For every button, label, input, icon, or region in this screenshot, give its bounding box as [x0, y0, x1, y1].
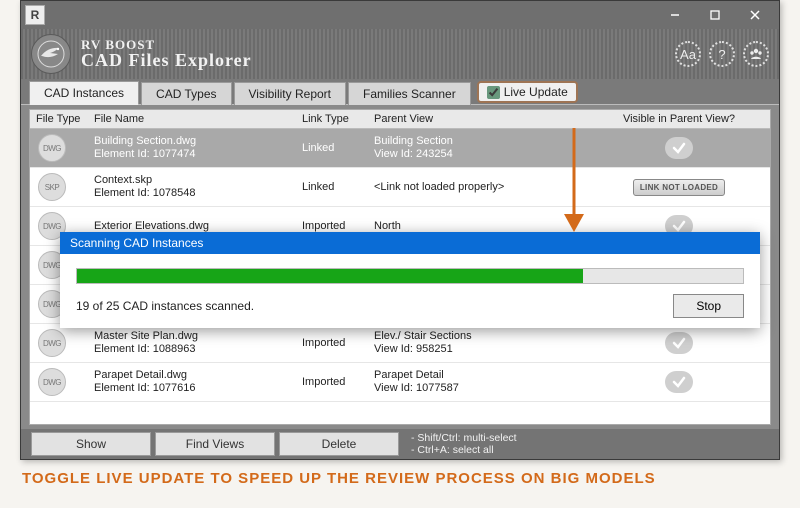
visible-check-icon [665, 371, 693, 393]
file-name: Exterior Elevations.dwg [94, 220, 290, 233]
bottom-bar: Show Find Views Delete - Shift/Ctrl: mul… [21, 429, 779, 459]
tab-visibility-report[interactable]: Visibility Report [234, 82, 346, 105]
maximize-button[interactable] [695, 1, 735, 29]
element-id: Element Id: 1088963 [94, 343, 290, 356]
col-file-type[interactable]: File Type [30, 110, 88, 128]
parent-view: Building Section [374, 135, 582, 148]
app-titles: RV BOOST CAD Files Explorer [81, 38, 252, 71]
file-name: Parapet Detail.dwg [94, 369, 290, 382]
app-title-line1: RV BOOST [81, 38, 252, 52]
find-views-button[interactable]: Find Views [155, 432, 275, 456]
link-type: Imported [296, 334, 368, 352]
tab-cad-instances[interactable]: CAD Instances [29, 81, 139, 105]
show-button[interactable]: Show [31, 432, 151, 456]
progress-bar [76, 268, 744, 284]
dwg-file-icon: DWG [38, 368, 66, 396]
close-button[interactable] [735, 1, 775, 29]
app-title-line2: CAD Files Explorer [81, 51, 252, 70]
tab-cad-types[interactable]: CAD Types [141, 82, 231, 105]
link-type: Linked [296, 139, 368, 157]
minimize-button[interactable] [655, 1, 695, 29]
hint-select-all: - Ctrl+A: select all [411, 444, 769, 456]
parent-view: North [374, 220, 582, 233]
live-update-checkbox[interactable] [487, 86, 500, 99]
dwg-file-icon: DWG [38, 134, 66, 162]
visible-check-icon [665, 332, 693, 354]
file-name: Master Site Plan.dwg [94, 330, 290, 343]
users-icon [748, 46, 764, 62]
stop-button[interactable]: Stop [673, 294, 744, 318]
skp-file-icon: SKP [38, 173, 66, 201]
eagle-icon [36, 39, 66, 69]
col-link-type[interactable]: Link Type [296, 110, 368, 128]
tab-families-scanner[interactable]: Families Scanner [348, 82, 471, 105]
element-id: Element Id: 1078548 [94, 187, 290, 200]
table-row[interactable]: DWG Parapet Detail.dwgElement Id: 1077616… [30, 363, 770, 402]
delete-button[interactable]: Delete [279, 432, 399, 456]
app-icon: R [25, 5, 45, 25]
link-not-loaded-badge: LINK NOT LOADED [633, 179, 725, 196]
help-button[interactable]: ? [709, 41, 735, 67]
live-update-label: Live Update [504, 85, 568, 99]
view-id: View Id: 1077587 [374, 382, 582, 395]
file-name: Context.skp [94, 174, 290, 187]
minimize-icon [669, 9, 681, 21]
element-id: Element Id: 1077474 [94, 148, 290, 161]
parent-view: Parapet Detail [374, 369, 582, 382]
progress-bar-fill [77, 269, 583, 283]
parent-view: Elev./ Stair Sections [374, 330, 582, 343]
scan-dialog: Scanning CAD Instances 19 of 25 CAD inst… [60, 232, 760, 328]
visible-check-icon [665, 137, 693, 159]
table-row[interactable]: DWG Building Section.dwgElement Id: 10774… [30, 129, 770, 168]
view-id: View Id: 243254 [374, 148, 582, 161]
header-band: RV BOOST CAD Files Explorer Aa ? [21, 29, 779, 79]
view-id: View Id: 958251 [374, 343, 582, 356]
tab-row: CAD Instances CAD Types Visibility Repor… [21, 79, 779, 105]
help-icon: ? [718, 47, 725, 62]
font-settings-button[interactable]: Aa [675, 41, 701, 67]
font-icon: Aa [680, 47, 696, 62]
col-visible[interactable]: Visible in Parent View? [588, 110, 770, 128]
users-button[interactable] [743, 41, 769, 67]
hint-multi-select: - Shift/Ctrl: multi-select [411, 432, 769, 444]
scan-status-text: 19 of 25 CAD instances scanned. [76, 299, 254, 313]
scan-dialog-title: Scanning CAD Instances [60, 232, 760, 254]
element-id: Element Id: 1077616 [94, 382, 290, 395]
dwg-file-icon: DWG [38, 329, 66, 357]
table-header: File Type File Name Link Type Parent Vie… [30, 110, 770, 129]
file-name: Building Section.dwg [94, 135, 290, 148]
link-type: Imported [296, 373, 368, 391]
status-hints: - Shift/Ctrl: multi-select - Ctrl+A: sel… [403, 429, 769, 459]
close-icon [749, 9, 761, 21]
app-window: R RV BOOST CAD Files Explorer Aa ? [20, 0, 780, 460]
table-row[interactable]: SKP Context.skpElement Id: 1078548 Linked <… [30, 168, 770, 207]
maximize-icon [709, 9, 721, 21]
annotation-caption: TOGGLE LIVE UPDATE TO SPEED UP THE REVIE… [22, 470, 656, 487]
live-update-toggle[interactable]: Live Update [477, 81, 578, 103]
col-file-name[interactable]: File Name [88, 110, 296, 128]
parent-view: <Link not loaded properly> [374, 181, 582, 194]
titlebar: R [21, 1, 779, 29]
table-row[interactable]: DWG Master Site Plan.dwgElement Id: 10889… [30, 324, 770, 363]
col-parent-view[interactable]: Parent View [368, 110, 588, 128]
app-logo [31, 34, 71, 74]
link-type: Linked [296, 178, 368, 196]
